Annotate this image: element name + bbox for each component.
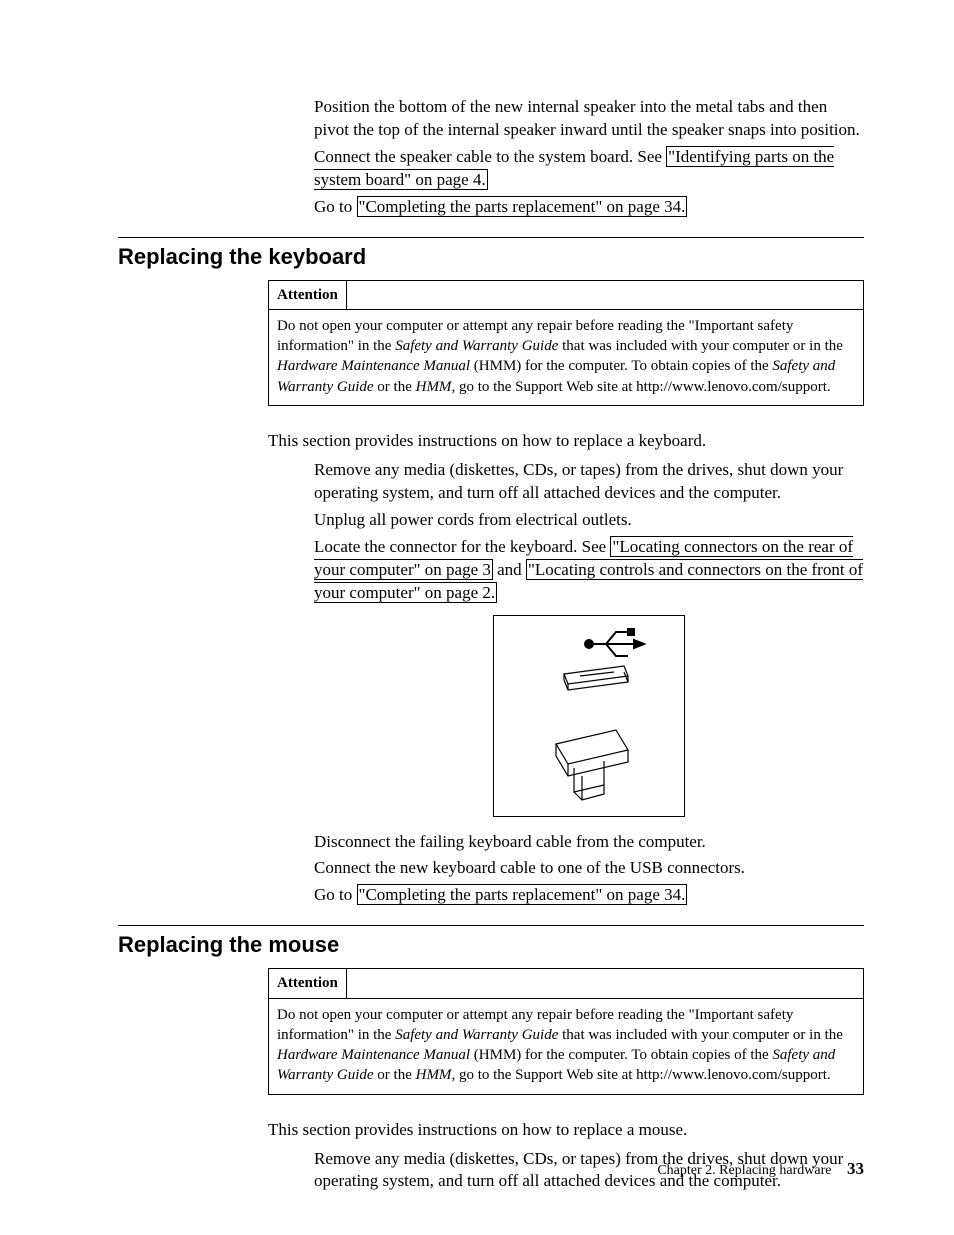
- t: that was included with your computer or …: [558, 338, 843, 354]
- t: (HMM) for the computer. To obtain copies…: [470, 358, 772, 374]
- t: or the: [374, 1067, 416, 1083]
- t: HMM: [416, 379, 452, 395]
- keyboard-step-2: Unplug all power cords from electrical o…: [314, 509, 864, 532]
- t: Safety and Warranty Guide: [395, 1027, 558, 1043]
- attention-label: Attention: [269, 281, 347, 309]
- attention-title-row: Attention: [269, 969, 863, 998]
- footer-chapter: Chapter 2. Replacing hardware: [657, 1163, 831, 1178]
- attention-body: Do not open your computer or attempt any…: [269, 999, 863, 1094]
- link-completing-replacement[interactable]: "Completing the parts replacement" on pa…: [357, 196, 688, 217]
- keyboard-intro: This section provides instructions on ho…: [268, 430, 864, 453]
- attention-box-mouse: Attention Do not open your computer or a…: [268, 968, 864, 1094]
- keyboard-step-5: Connect the new keyboard cable to one of…: [314, 857, 864, 880]
- text: Connect the speaker cable to the system …: [314, 147, 666, 166]
- usb-connector-figure: [493, 615, 685, 817]
- page-footer: Chapter 2. Replacing hardware 33: [657, 1159, 864, 1179]
- attention-body: Do not open your computer or attempt any…: [269, 310, 863, 405]
- t: and: [493, 560, 526, 579]
- t: Hardware Maintenance Manual: [277, 1047, 470, 1063]
- intro-step-goto: Go to "Completing the parts replacement"…: [314, 196, 864, 219]
- keyboard-step-4: Disconnect the failing keyboard cable fr…: [314, 831, 864, 854]
- t: or the: [374, 379, 416, 395]
- keyboard-step-6: Go to "Completing the parts replacement"…: [314, 884, 864, 907]
- section-divider-2: [118, 925, 864, 926]
- t: (HMM) for the computer. To obtain copies…: [470, 1047, 772, 1063]
- mouse-intro: This section provides instructions on ho…: [268, 1119, 864, 1142]
- t: , go to the Support Web site at http://w…: [451, 1067, 830, 1083]
- t: Go to: [314, 885, 357, 904]
- attention-box-keyboard: Attention Do not open your computer or a…: [268, 280, 864, 406]
- section-divider: [118, 237, 864, 238]
- attention-label: Attention: [269, 969, 347, 997]
- attention-title-row: Attention: [269, 281, 863, 310]
- t: Locate the connector for the keyboard. S…: [314, 537, 610, 556]
- keyboard-step-3: Locate the connector for the keyboard. S…: [314, 536, 864, 605]
- intro-step-position: Position the bottom of the new internal …: [314, 96, 864, 142]
- t: HMM: [416, 1067, 452, 1083]
- t: Hardware Maintenance Manual: [277, 358, 470, 374]
- footer-page-number: 33: [847, 1159, 864, 1178]
- t: Safety and Warranty Guide: [395, 338, 558, 354]
- heading-replacing-keyboard: Replacing the keyboard: [118, 244, 864, 270]
- t: , go to the Support Web site at http://w…: [451, 379, 830, 395]
- intro-step-connect: Connect the speaker cable to the system …: [314, 146, 864, 192]
- text: Go to: [314, 197, 357, 216]
- keyboard-step-1: Remove any media (diskettes, CDs, or tap…: [314, 459, 864, 505]
- t: that was included with your computer or …: [558, 1027, 843, 1043]
- heading-replacing-mouse: Replacing the mouse: [118, 932, 864, 958]
- link-completing-replacement-2[interactable]: "Completing the parts replacement" on pa…: [357, 884, 688, 905]
